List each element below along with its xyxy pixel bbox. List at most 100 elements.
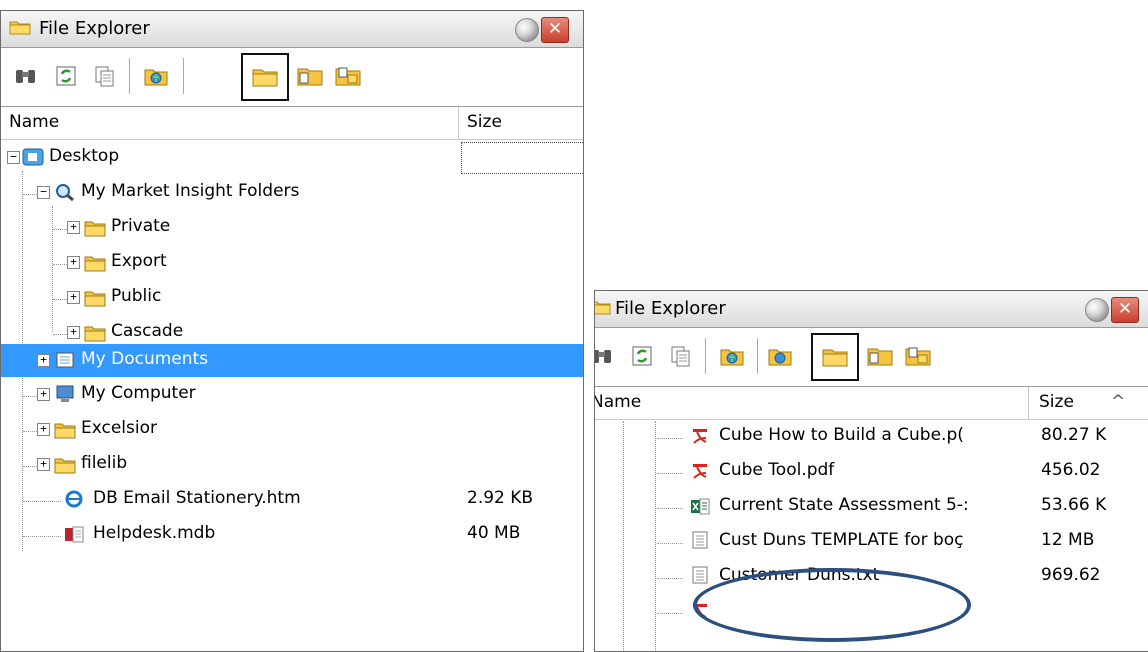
expand-icon[interactable]: +: [37, 423, 50, 436]
ie-htm-icon: [65, 490, 83, 508]
title-bar[interactable]: File Explorer ✕: [1, 11, 583, 48]
folder-view-button[interactable]: [811, 333, 859, 381]
tree-item-label: My Computer: [81, 383, 196, 403]
expand-icon[interactable]: +: [67, 256, 80, 269]
tree-row-desktop[interactable]: − Desktop: [1, 142, 583, 174]
tree-guide-line: [23, 431, 37, 432]
toolbar-separator: [705, 338, 706, 374]
folder-globe-icon[interactable]: [719, 343, 745, 369]
file-name: Cube How to Build a Cube.p(: [719, 425, 964, 445]
file-size: 456.02: [1041, 460, 1101, 480]
column-divider[interactable]: [458, 107, 459, 139]
expand-icon[interactable]: +: [67, 291, 80, 304]
access-mdb-icon: [65, 526, 84, 543]
folder-icon: [84, 291, 106, 307]
column-size-header[interactable]: Size: [467, 112, 502, 132]
pdf-icon: [693, 464, 707, 479]
tree-guide-line: [657, 438, 683, 439]
binoculars-icon[interactable]: [595, 343, 615, 369]
binoculars-icon[interactable]: [13, 63, 39, 89]
tree-row-export[interactable]: + Export: [1, 247, 583, 279]
folder-icon: [54, 423, 76, 439]
tree-row-db-email-stationery[interactable]: DB Email Stationery.htm 2.92 KB: [1, 484, 583, 516]
file-row[interactable]: Cube How to Build a Cube.p( 80.27 K: [595, 421, 1148, 453]
tree-row-public[interactable]: + Public: [1, 282, 583, 314]
folder-view-button[interactable]: [241, 53, 289, 101]
tree-guide-line: [657, 613, 683, 614]
tree-guide-line: [23, 194, 37, 195]
expand-icon[interactable]: +: [37, 458, 50, 471]
column-size-header[interactable]: Size: [1039, 392, 1074, 412]
folder-up-icon[interactable]: [867, 343, 893, 369]
folder-icon: [9, 21, 31, 35]
tree-item-label: My Market Insight Folders: [81, 181, 300, 201]
computer-icon: [56, 385, 74, 402]
tree-row-helpdesk-mdb[interactable]: Helpdesk.mdb 40 MB: [1, 519, 583, 551]
file-size: 2.92 KB: [467, 488, 534, 508]
documents-icon: [56, 352, 74, 368]
magnifier-folder-icon: [56, 184, 74, 201]
tree-guide-line: [657, 578, 683, 579]
collapse-icon[interactable]: −: [37, 186, 50, 199]
text-file-icon: [692, 566, 708, 584]
column-divider[interactable]: [1028, 387, 1029, 419]
close-button[interactable]: ✕: [541, 17, 569, 43]
tree-guide-line: [53, 334, 67, 335]
excel-icon: [691, 498, 710, 515]
tree-guide-line: [53, 229, 67, 230]
tree-item-label: Excelsior: [81, 418, 158, 438]
tree-item-label: Export: [111, 251, 167, 271]
toolbar-separator: [757, 338, 758, 374]
file-row[interactable]: Cube Tool.pdf 456.02: [595, 456, 1148, 488]
tree-item-label: Desktop: [49, 146, 120, 166]
column-name-header[interactable]: Name: [9, 112, 59, 132]
refresh-icon[interactable]: [629, 343, 655, 369]
desktop-icon: [22, 148, 44, 166]
folder-tree-icon[interactable]: [905, 343, 931, 369]
text-file-icon: [692, 531, 708, 549]
folder-tree-icon[interactable]: [335, 63, 361, 89]
tree-row-my-market-insight-folders[interactable]: − My Market Insight Folders: [1, 177, 583, 209]
file-row[interactable]: Current State Assessment 5-: 53.66 K: [595, 491, 1148, 523]
expand-icon[interactable]: +: [67, 326, 80, 339]
tree-row-excelsior[interactable]: + Excelsior: [1, 414, 583, 446]
pin-icon[interactable]: [515, 18, 539, 42]
folder-icon: [84, 221, 106, 237]
tree-row-my-documents[interactable]: + My Documents: [1, 344, 583, 377]
window-title: File Explorer: [615, 298, 726, 319]
file-name: Current State Assessment 5-:: [719, 495, 969, 515]
folder-globe-icon[interactable]: [143, 63, 169, 89]
highlight-oval: [693, 568, 971, 642]
toolbar-separator: [183, 58, 184, 94]
tree-row-private[interactable]: + Private: [1, 212, 583, 244]
folder-icon: [54, 458, 76, 474]
close-button[interactable]: ✕: [1111, 297, 1139, 323]
title-bar[interactable]: File Explorer ✕: [595, 291, 1148, 328]
file-size: 53.66 K: [1041, 495, 1107, 515]
copy-pages-icon[interactable]: [91, 63, 117, 89]
expand-icon[interactable]: +: [37, 388, 50, 401]
folder-up-icon[interactable]: [297, 63, 323, 89]
file-size: 969.62: [1041, 565, 1101, 585]
file-size: 80.27 K: [1041, 425, 1107, 445]
file-size: 12 MB: [1041, 530, 1095, 550]
tree-guide-line: [53, 264, 67, 265]
folder-globe-icon[interactable]: [767, 343, 793, 369]
pin-icon[interactable]: [1085, 298, 1109, 322]
tree-row-filelib[interactable]: + filelib: [1, 449, 583, 481]
column-name-header[interactable]: Name: [595, 392, 641, 412]
column-header: Name Size: [1, 107, 583, 140]
copy-pages-icon[interactable]: [667, 343, 693, 369]
tree-item-label: Cascade: [111, 321, 184, 341]
tree-guide-line: [657, 508, 683, 509]
file-name: DB Email Stationery.htm: [93, 488, 301, 508]
tree-guide-line: [23, 501, 61, 502]
expand-icon[interactable]: +: [37, 354, 50, 367]
scroll-up-icon[interactable]: ^: [1111, 392, 1125, 412]
tree-guide-line: [657, 543, 683, 544]
refresh-icon[interactable]: [53, 63, 79, 89]
tree-row-my-computer[interactable]: + My Computer: [1, 379, 583, 411]
collapse-icon[interactable]: −: [7, 151, 20, 164]
file-row[interactable]: Cust Duns TEMPLATE for boç 12 MB: [595, 526, 1148, 558]
expand-icon[interactable]: +: [67, 221, 80, 234]
